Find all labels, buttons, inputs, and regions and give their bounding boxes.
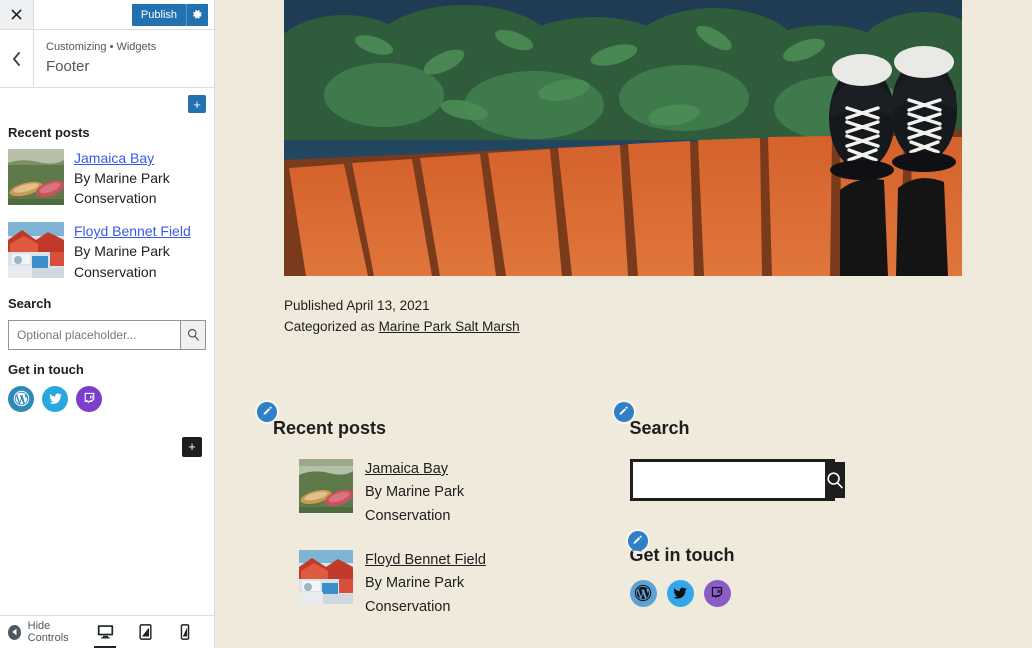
add-block-button[interactable]: +: [182, 437, 202, 457]
mobile-preview-icon[interactable]: [172, 616, 198, 648]
publish-button[interactable]: Publish: [132, 4, 186, 26]
post-thumbnail-floyd-bennet-field: [8, 222, 64, 278]
widget-heading-recent-posts: Recent posts: [273, 418, 616, 439]
customizer-sidebar: Publish Customizing • Widgets Footer: [0, 0, 215, 648]
twitter-icon[interactable]: [667, 580, 694, 607]
chevron-left-icon[interactable]: [0, 30, 34, 87]
post-meta: Floyd Bennet Field By Marine Park Conser…: [365, 550, 486, 620]
footer-widgets: Recent posts Ja: [273, 418, 972, 642]
add-block-row: +: [8, 430, 206, 457]
post-thumbnail-jamaica-bay: [8, 149, 64, 205]
widget-search[interactable]: Search: [8, 296, 206, 350]
post-byline-line2: Conservation: [365, 596, 486, 620]
hide-controls-label: Hide Controls: [28, 620, 84, 644]
post-meta: Jamaica Bay By Marine Park Conservation: [74, 149, 206, 208]
widget-heading-search: Search: [8, 296, 206, 311]
widget-heading-search: Search: [630, 418, 973, 439]
social-links: [630, 580, 973, 607]
footer-column-recent-posts: Recent posts Ja: [273, 418, 616, 642]
page-title: Footer: [46, 56, 156, 79]
gear-icon[interactable]: [186, 4, 208, 26]
preview-content: Published April 13, 2021 Categorized as …: [215, 0, 1032, 642]
widget-heading-recent-posts: Recent posts: [8, 125, 206, 140]
list-item[interactable]: Floyd Bennet Field By Marine Park Conser…: [273, 550, 616, 620]
widget-heading-get-in-touch: Get in touch: [630, 545, 973, 566]
widget-get-in-touch[interactable]: Get in touch: [8, 362, 206, 412]
edit-pencil-icon[interactable]: [614, 402, 634, 422]
search-input[interactable]: [9, 321, 180, 349]
close-icon[interactable]: [0, 0, 34, 29]
topbar-spacer: [34, 0, 132, 29]
post-byline-line2: Conservation: [74, 188, 206, 208]
post-meta-block: Published April 13, 2021 Categorized as …: [284, 296, 962, 338]
post-byline-line2: Conservation: [74, 262, 206, 282]
twitch-icon[interactable]: [704, 580, 731, 607]
customizer-topbar: Publish: [0, 0, 214, 30]
add-widget-row: +: [8, 88, 206, 113]
post-link[interactable]: Jamaica Bay: [365, 459, 464, 481]
post-thumbnail-floyd-bennet-field: [299, 550, 353, 604]
search-field[interactable]: [630, 459, 835, 501]
post-link[interactable]: Floyd Bennet Field: [365, 550, 486, 572]
post-thumbnail-jamaica-bay: [299, 459, 353, 513]
search-icon[interactable]: [180, 321, 205, 349]
categorized-prefix: Categorized as: [284, 319, 379, 334]
add-widget-button[interactable]: +: [188, 95, 206, 113]
collapse-arrow-icon: [8, 625, 21, 640]
twitch-icon[interactable]: [76, 386, 102, 412]
breadcrumb-path: Customizing • Widgets: [46, 39, 156, 56]
desktop-preview-icon[interactable]: [92, 616, 118, 648]
hide-controls-button[interactable]: Hide Controls: [8, 620, 84, 644]
list-item[interactable]: Jamaica Bay By Marine Park Conservation: [273, 459, 616, 529]
post-byline-line1: By Marine Park: [365, 481, 464, 505]
post-link[interactable]: Floyd Bennet Field: [74, 222, 206, 241]
tablet-preview-icon[interactable]: [132, 616, 158, 648]
post-link[interactable]: Jamaica Bay: [74, 149, 206, 168]
search-icon[interactable]: [825, 462, 845, 498]
twitter-icon[interactable]: [42, 386, 68, 412]
device-preview-switcher: [92, 616, 206, 648]
wordpress-icon[interactable]: [8, 386, 34, 412]
post-byline-line2: Conservation: [365, 505, 464, 529]
widget-heading-get-in-touch: Get in touch: [8, 362, 206, 377]
post-meta: Jamaica Bay By Marine Park Conservation: [365, 459, 464, 529]
list-item[interactable]: Floyd Bennet Field By Marine Park Conser…: [8, 222, 206, 281]
publish-group: Publish: [132, 0, 214, 29]
list-item[interactable]: Jamaica Bay By Marine Park Conservation: [8, 149, 206, 208]
boardwalk-sneakers-photo: [284, 0, 962, 276]
wordpress-icon[interactable]: [630, 580, 657, 607]
site-preview-frame[interactable]: Published April 13, 2021 Categorized as …: [215, 0, 1032, 648]
category-link[interactable]: Marine Park Salt Marsh: [379, 319, 520, 334]
widgets-panel: + Recent posts: [0, 88, 214, 615]
breadcrumb: Customizing • Widgets Footer: [0, 30, 214, 88]
edit-pencil-icon[interactable]: [257, 402, 277, 422]
widget-get-in-touch: Get in touch: [630, 545, 973, 607]
post-byline-line1: By Marine Park: [365, 572, 486, 596]
search-input[interactable]: [633, 462, 825, 498]
customizer-app: Publish Customizing • Widgets Footer: [0, 0, 1032, 648]
post-meta: Floyd Bennet Field By Marine Park Conser…: [74, 222, 206, 281]
footer-column-search-social: Search: [616, 418, 973, 642]
breadcrumb-text: Customizing • Widgets Footer: [34, 30, 168, 87]
categorized-line: Categorized as Marine Park Salt Marsh: [284, 317, 962, 338]
published-date: Published April 13, 2021: [284, 296, 962, 317]
edit-pencil-icon[interactable]: [628, 531, 648, 551]
post-byline-line1: By Marine Park: [74, 168, 206, 188]
post-byline-line1: By Marine Park: [74, 241, 206, 261]
customizer-footer-bar: Hide Controls: [0, 615, 214, 648]
widget-recent-posts[interactable]: Recent posts Jamaica Bay: [8, 125, 206, 282]
search-field[interactable]: [8, 320, 206, 350]
social-links: [8, 386, 206, 412]
